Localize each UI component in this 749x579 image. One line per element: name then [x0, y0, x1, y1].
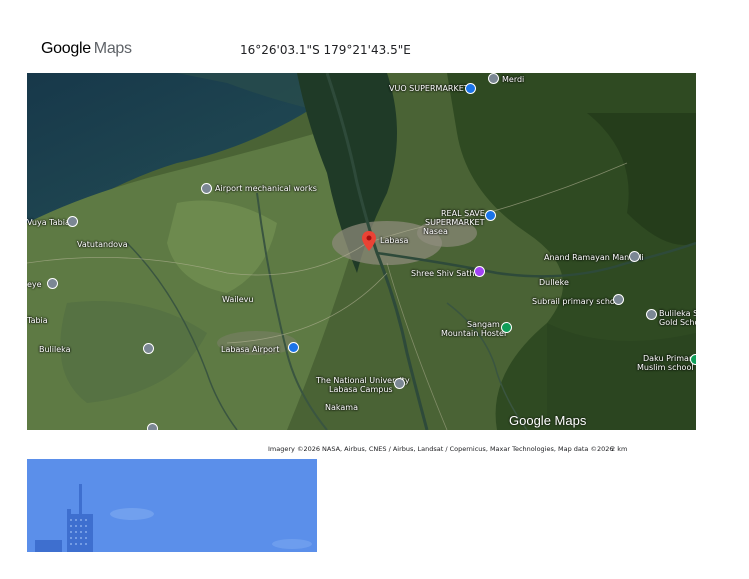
- bottom-marker[interactable]: [147, 423, 158, 430]
- city-skyline-illustration: [27, 459, 317, 552]
- daku-school-label-1: Daku Primary: [643, 354, 696, 363]
- daku-school-marker[interactable]: [690, 354, 696, 365]
- dulleke-label: Dulleke: [539, 278, 569, 287]
- airport-mechanical-label: Airport mechanical works: [215, 184, 317, 193]
- satellite-map[interactable]: Merdi VUO SUPERMARKET Airport mechanical…: [27, 73, 696, 430]
- bulileka-marker[interactable]: [143, 343, 154, 354]
- bulileka-school-label-1: Bulileka Sanatan: [659, 309, 696, 318]
- sangam-marker[interactable]: [501, 322, 512, 333]
- wailevu-label: Wailevu: [222, 295, 254, 304]
- shiv-temple-label: Shree Shiv Sathi: [411, 269, 477, 278]
- real-save-marker[interactable]: [485, 210, 496, 221]
- edge-place-label: eye: [27, 280, 42, 289]
- vuya-tabia-label: Vuya Tabia: [27, 218, 70, 227]
- scale-label: 2 km: [611, 445, 628, 453]
- sangam-label-2: Mountain Hostel: [441, 329, 507, 338]
- logo-maps-text: Maps: [93, 40, 132, 57]
- nakama-label: Nakama: [325, 403, 358, 412]
- vuo-supermarket-label: VUO SUPERMARKET: [389, 84, 469, 93]
- edge-place-marker[interactable]: [47, 278, 58, 289]
- labasa-label: Labasa: [380, 236, 409, 245]
- labasa-airport-marker[interactable]: [288, 342, 299, 353]
- location-pin-icon[interactable]: [362, 231, 376, 251]
- vatutandova-label: Vatutandova: [77, 240, 128, 249]
- street-view-placeholder[interactable]: [27, 459, 317, 552]
- bulileka-school-label-2: Gold School: [659, 318, 696, 327]
- google-maps-watermark: Google Maps: [509, 413, 587, 428]
- subrail-school-marker[interactable]: [613, 294, 624, 305]
- bulileka-label: Bulileka: [39, 345, 71, 354]
- sangam-label-1: Sangam: [467, 320, 500, 329]
- map-attribution: Imagery ©2026 NASA, Airbus, CNES / Airbu…: [268, 445, 614, 453]
- tabia-label: Tabia: [27, 316, 48, 325]
- usp-label-2: Labasa Campus: [329, 385, 393, 394]
- google-maps-logo[interactable]: Google Maps: [41, 40, 132, 58]
- vuya-tabia-marker[interactable]: [67, 216, 78, 227]
- real-save-label-1: REAL SAVE: [441, 209, 485, 218]
- merdi-label: Merdi: [502, 75, 525, 84]
- nasea-label: Nasea: [423, 227, 448, 236]
- coordinates-text: 16°26'03.1"S 179°21'43.5"E: [240, 43, 411, 57]
- anand-ramayan-marker[interactable]: [629, 251, 640, 262]
- bulileka-school-marker[interactable]: [646, 309, 657, 320]
- real-save-label-2: SUPERMARKET: [425, 218, 485, 227]
- merdi-marker[interactable]: [488, 73, 499, 84]
- logo-google-text: Google: [41, 40, 91, 57]
- daku-school-label-2: Muslim school: [637, 363, 694, 372]
- subrail-school-label: Subrail primary school: [532, 297, 622, 306]
- usp-marker[interactable]: [394, 378, 405, 389]
- airport-mechanical-marker[interactable]: [201, 183, 212, 194]
- vuo-supermarket-marker[interactable]: [465, 83, 476, 94]
- labasa-airport-label: Labasa Airport: [221, 345, 280, 354]
- shiv-temple-marker[interactable]: [474, 266, 485, 277]
